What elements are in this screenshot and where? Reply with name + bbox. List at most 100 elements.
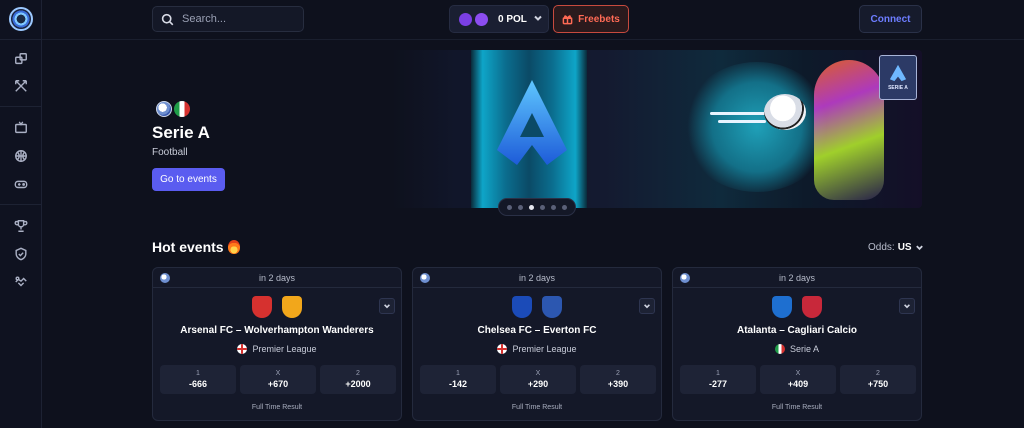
connect-button[interactable]: Connect xyxy=(859,5,922,33)
hero-subtitle: Football xyxy=(152,147,188,158)
odds-value: -666 xyxy=(188,379,207,389)
more-markets-button[interactable] xyxy=(379,298,395,314)
odds-value: +750 xyxy=(867,379,889,389)
topbar-divider xyxy=(42,39,1024,40)
event-card-header: in 2 days xyxy=(413,268,661,288)
pol-token-icon xyxy=(459,12,472,26)
football-icon xyxy=(680,273,690,283)
odds-button-1[interactable]: 1 -666 xyxy=(160,365,236,394)
hero-title: Serie A xyxy=(152,123,210,142)
odds-row: 1 -142 X +290 2 +390 xyxy=(420,365,656,394)
italy-flag-icon xyxy=(174,101,190,117)
odds-outcome-label: X xyxy=(275,370,281,377)
league-name: Serie A xyxy=(789,344,820,354)
carousel-dot[interactable] xyxy=(551,204,556,210)
shield-icon[interactable] xyxy=(13,246,29,262)
app-logo[interactable] xyxy=(9,7,33,31)
league-info: Premier League xyxy=(413,344,661,354)
sidebar-divider xyxy=(0,106,42,107)
odds-value: +2000 xyxy=(345,379,371,389)
sidebar-divider xyxy=(0,204,42,205)
home-team-crest-icon xyxy=(512,296,532,318)
event-card[interactable]: in 2 days Arsenal FC – Wolverhampton Wand… xyxy=(152,267,402,421)
odds-format-value: US xyxy=(897,242,912,253)
hero-banner[interactable]: SERIE A xyxy=(392,50,922,208)
odds-button-2[interactable]: 2 +750 xyxy=(840,365,916,394)
odds-outcome-label: 1 xyxy=(716,370,720,377)
serie-a-logo-icon xyxy=(497,80,567,165)
go-to-events-button[interactable]: Go to events xyxy=(152,168,225,191)
football-icon xyxy=(156,101,172,117)
dice-icon[interactable] xyxy=(13,51,29,67)
carousel-dot[interactable] xyxy=(529,204,534,210)
odds-label: Odds: xyxy=(868,242,895,253)
away-team-crest-icon xyxy=(802,296,822,318)
match-title[interactable]: Arsenal FC – Wolverhampton Wanderers xyxy=(153,325,401,336)
serie-a-badge: SERIE A xyxy=(879,55,917,100)
odds-button-x[interactable]: X +290 xyxy=(500,365,576,394)
league-info: Premier League xyxy=(153,344,401,354)
odds-outcome-label: 2 xyxy=(876,370,880,377)
odds-button-2[interactable]: 2 +2000 xyxy=(320,365,396,394)
more-markets-button[interactable] xyxy=(639,298,655,314)
event-card[interactable]: in 2 days Chelsea FC – Everton FC Premier … xyxy=(412,267,662,421)
event-card-header: in 2 days xyxy=(153,268,401,288)
league-name: Premier League xyxy=(252,344,317,354)
odds-outcome-label: X xyxy=(795,370,801,377)
sidebar-divider xyxy=(0,39,42,40)
league-info: Serie A xyxy=(673,344,921,354)
odds-row: 1 -666 X +670 2 +2000 xyxy=(160,365,396,394)
carousel-dot[interactable] xyxy=(540,204,545,210)
chevron-down-icon xyxy=(644,304,650,309)
carousel-dot[interactable] xyxy=(518,204,523,210)
carousel-dot[interactable] xyxy=(562,204,567,210)
badge-label: SERIE A xyxy=(888,85,908,91)
odds-outcome-label: 1 xyxy=(456,370,460,377)
soccer-ball-icon xyxy=(764,94,806,130)
match-title[interactable]: Chelsea FC – Everton FC xyxy=(413,325,661,336)
basketball-icon[interactable] xyxy=(13,148,29,164)
away-team-crest-icon xyxy=(542,296,562,318)
odds-outcome-label: X xyxy=(535,370,541,377)
odds-button-2[interactable]: 2 +390 xyxy=(580,365,656,394)
search-box[interactable] xyxy=(152,6,304,32)
handshake-icon[interactable] xyxy=(13,274,29,290)
freebets-label: Freebets xyxy=(578,13,620,25)
event-card[interactable]: in 2 days Atalanta – Cagliari Calcio Serie… xyxy=(672,267,922,421)
carousel-dots xyxy=(498,198,576,216)
odds-value: +390 xyxy=(607,379,629,389)
odds-format-dropdown[interactable]: Odds: US xyxy=(868,242,924,253)
match-title[interactable]: Atalanta – Cagliari Calcio xyxy=(673,325,921,336)
odds-button-x[interactable]: X +409 xyxy=(760,365,836,394)
player-illustration xyxy=(814,60,884,200)
search-input[interactable] xyxy=(182,13,292,25)
home-team-crest-icon xyxy=(772,296,792,318)
odds-value: +409 xyxy=(787,379,809,389)
england-flag-icon xyxy=(497,344,508,354)
tv-icon[interactable] xyxy=(13,120,29,136)
swords-icon[interactable] xyxy=(13,78,29,94)
wallet-balance-dropdown[interactable]: 0 POL xyxy=(449,5,549,33)
search-icon xyxy=(161,13,174,25)
chevron-down-icon xyxy=(384,304,390,309)
pol-token-icon xyxy=(475,12,488,26)
odds-value: +290 xyxy=(527,379,549,389)
team-crests xyxy=(413,296,661,318)
event-time: in 2 days xyxy=(518,272,556,283)
trophy-icon[interactable] xyxy=(13,218,29,234)
hero-flags xyxy=(156,101,190,117)
more-markets-button[interactable] xyxy=(899,298,915,314)
gamepad-icon[interactable] xyxy=(13,176,29,192)
ball-streak xyxy=(718,120,766,123)
odds-button-1[interactable]: 1 -142 xyxy=(420,365,496,394)
carousel-dot[interactable] xyxy=(507,204,512,210)
market-label: Full Time Result xyxy=(771,404,823,411)
england-flag-icon xyxy=(237,344,248,354)
home-team-crest-icon xyxy=(252,296,272,318)
hot-events-title: Hot events xyxy=(152,239,240,255)
team-crests xyxy=(153,296,401,318)
market-label: Full Time Result xyxy=(511,404,563,411)
odds-button-1[interactable]: 1 -277 xyxy=(680,365,756,394)
freebets-button[interactable]: Freebets xyxy=(553,5,629,33)
odds-button-x[interactable]: X +670 xyxy=(240,365,316,394)
